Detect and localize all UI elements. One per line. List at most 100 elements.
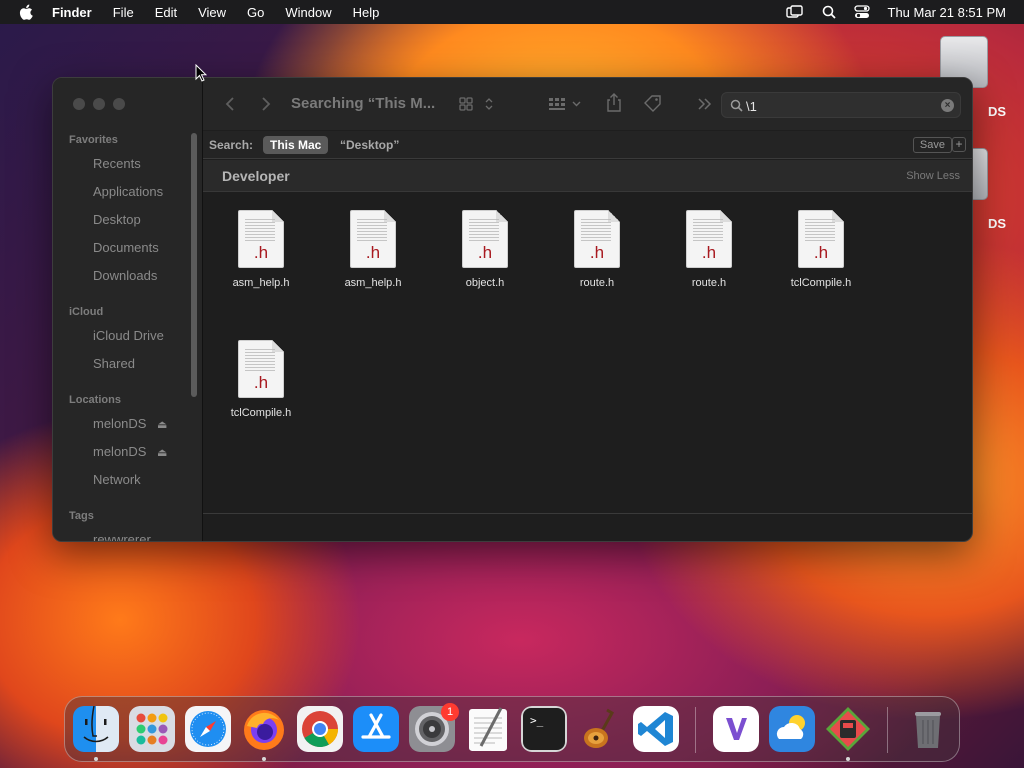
running-indicator bbox=[94, 757, 98, 761]
sidebar-item-network[interactable]: Network bbox=[93, 472, 141, 487]
dock: >_ bbox=[64, 696, 960, 762]
add-criteria-button[interactable]: + bbox=[952, 137, 966, 152]
file-name: asm_help.h bbox=[232, 277, 290, 289]
menu-file[interactable]: File bbox=[113, 5, 134, 20]
screen-mirroring-icon[interactable] bbox=[785, 5, 804, 19]
search-input[interactable] bbox=[746, 97, 936, 115]
minimize-window-button[interactable] bbox=[93, 98, 105, 110]
header-file-icon: .h bbox=[574, 210, 620, 268]
sidebar-item-applications[interactable]: Applications bbox=[93, 184, 163, 199]
header-file-icon: .h bbox=[462, 210, 508, 268]
file-item[interactable]: .h asm_help.h bbox=[317, 210, 429, 310]
dock-separator bbox=[887, 707, 888, 753]
header-file-icon: .h bbox=[238, 210, 284, 268]
finder-sidebar: Favorites Recents Applications Desktop D… bbox=[53, 78, 203, 541]
sidebar-item-recents[interactable]: Recents bbox=[93, 156, 141, 171]
firefox-icon[interactable] bbox=[241, 706, 287, 752]
tag-icon[interactable] bbox=[643, 94, 663, 112]
finder-window: Favorites Recents Applications Desktop D… bbox=[52, 77, 973, 542]
melonds-icon[interactable] bbox=[825, 706, 871, 752]
app-store-icon[interactable] bbox=[353, 706, 399, 752]
icon-view-icon[interactable] bbox=[459, 96, 495, 112]
group-name: Developer bbox=[222, 168, 290, 184]
launchpad-icon[interactable] bbox=[129, 706, 175, 752]
weather-icon[interactable] bbox=[769, 706, 815, 752]
desktop-drive-label: DS bbox=[987, 216, 1006, 231]
file-item[interactable]: .h route.h bbox=[653, 210, 765, 310]
svg-text:>_: >_ bbox=[530, 714, 544, 727]
mouse-pointer-icon bbox=[195, 64, 207, 82]
textedit-icon[interactable] bbox=[465, 706, 511, 752]
finder-toolbar: Searching “This M... \1 × bbox=[203, 78, 972, 130]
file-item[interactable]: .h tclCompile.h bbox=[765, 210, 877, 310]
apple-menu-icon[interactable] bbox=[18, 3, 36, 21]
file-item[interactable]: .h tclCompile.h bbox=[205, 340, 317, 440]
sidebar-item-desktop[interactable]: Desktop bbox=[93, 212, 141, 227]
file-name: object.h bbox=[465, 277, 505, 289]
sidebar-item-downloads[interactable]: Downloads bbox=[93, 268, 157, 283]
chrome-icon[interactable] bbox=[297, 706, 343, 752]
close-window-button[interactable] bbox=[73, 98, 85, 110]
sidebar-item-shared[interactable]: Shared bbox=[93, 356, 135, 371]
back-chevron-icon[interactable] bbox=[225, 96, 235, 112]
clear-search-icon[interactable]: × bbox=[941, 99, 954, 112]
status-bar-divider bbox=[203, 513, 972, 514]
sidebar-item-icloud-drive[interactable]: iCloud Drive bbox=[93, 328, 164, 343]
file-item[interactable]: .h object.h bbox=[429, 210, 541, 310]
window-title: Searching “This M... bbox=[291, 95, 436, 112]
sidebar-item-melonds[interactable]: melonDS bbox=[93, 416, 146, 431]
desktop-drive-label: DS bbox=[987, 104, 1006, 119]
save-search-button[interactable]: Save bbox=[912, 137, 952, 153]
file-name: route.h bbox=[691, 277, 727, 289]
menu-help[interactable]: Help bbox=[353, 5, 380, 20]
sidebar-item-tag[interactable]: rewwrerer bbox=[93, 532, 151, 541]
search-icon bbox=[730, 99, 743, 112]
share-icon[interactable] bbox=[605, 93, 623, 113]
dock-separator bbox=[695, 707, 696, 753]
file-item[interactable]: .h route.h bbox=[541, 210, 653, 310]
menu-go[interactable]: Go bbox=[247, 5, 264, 20]
file-name: route.h bbox=[579, 277, 615, 289]
sidebar-header-icloud: iCloud bbox=[69, 306, 104, 318]
group-header: Developer Show Less bbox=[203, 160, 972, 192]
menu-clock[interactable]: Thu Mar 21 8:51 PM bbox=[888, 5, 1007, 20]
menu-window[interactable]: Window bbox=[285, 5, 331, 20]
running-indicator bbox=[262, 757, 266, 761]
sidebar-item-melonds[interactable]: melonDS bbox=[93, 444, 146, 459]
header-file-icon: .h bbox=[350, 210, 396, 268]
eject-icon[interactable]: ⏏ bbox=[157, 418, 167, 431]
finder-icon[interactable] bbox=[73, 706, 119, 752]
running-indicator bbox=[846, 757, 850, 761]
menu-view[interactable]: View bbox=[198, 5, 226, 20]
garageband-icon[interactable] bbox=[577, 706, 623, 752]
more-chevrons-icon[interactable] bbox=[697, 97, 713, 111]
eject-icon[interactable]: ⏏ bbox=[157, 446, 167, 459]
sidebar-item-documents[interactable]: Documents bbox=[93, 240, 159, 255]
menu-edit[interactable]: Edit bbox=[155, 5, 177, 20]
menu-bar: Finder File Edit View Go Window Help Thu… bbox=[0, 0, 1024, 24]
scope-desktop-button[interactable]: “Desktop” bbox=[340, 138, 399, 152]
zoom-window-button[interactable] bbox=[113, 98, 125, 110]
trash-icon[interactable] bbox=[905, 706, 951, 752]
scope-this-mac-button[interactable]: This Mac bbox=[263, 136, 329, 154]
sidebar-header-tags: Tags bbox=[69, 510, 94, 522]
vscode-icon[interactable] bbox=[633, 706, 679, 752]
search-field[interactable]: × bbox=[721, 92, 961, 118]
menu-app-name[interactable]: Finder bbox=[52, 5, 92, 20]
group-by-icon[interactable] bbox=[548, 96, 584, 112]
safari-icon[interactable] bbox=[185, 706, 231, 752]
forward-chevron-icon[interactable] bbox=[261, 96, 271, 112]
header-file-icon: .h bbox=[686, 210, 732, 268]
file-item[interactable]: .h asm_help.h bbox=[205, 210, 317, 310]
search-scope-bar: Search: This Mac “Desktop” Save + bbox=[203, 131, 972, 159]
terminal-icon[interactable]: >_ bbox=[521, 706, 567, 752]
file-name: tclCompile.h bbox=[230, 407, 292, 419]
control-center-icon[interactable] bbox=[853, 5, 870, 19]
sidebar-header-favorites: Favorites bbox=[69, 134, 118, 146]
sidebar-scrollbar[interactable] bbox=[191, 133, 197, 397]
search-scope-label: Search: bbox=[209, 138, 254, 152]
show-less-button[interactable]: Show Less bbox=[906, 170, 960, 182]
file-name: tclCompile.h bbox=[790, 277, 852, 289]
visual-studio-icon[interactable] bbox=[713, 706, 759, 752]
spotlight-search-icon[interactable] bbox=[822, 5, 836, 19]
